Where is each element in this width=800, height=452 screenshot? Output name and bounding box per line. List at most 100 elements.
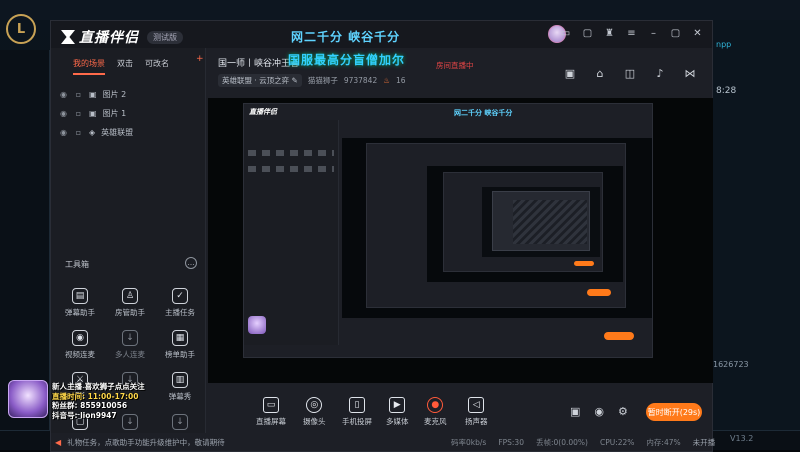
add-scene-icon[interactable]: + xyxy=(196,54,204,64)
tool-rank[interactable]: ▦榜单助手 xyxy=(155,330,205,360)
recursive-preview xyxy=(492,191,590,251)
scene-list: ◉ ▫ ▣ 图片 2 ◉ ▫ ▣ 图片 1 ◉ ▫ ◈ 英雄联盟 xyxy=(51,75,205,142)
stream-text-overlay: 新人主播 喜欢狮子点点关注 直播时间: 11:00-17:00 粉丝群: 855… xyxy=(52,382,145,420)
category-badge[interactable]: 英雄联盟 · 云顶之弈 ✎ xyxy=(218,74,302,87)
camera-label: 摄像头 xyxy=(303,416,326,427)
bell-icon[interactable]: ♪ xyxy=(653,66,667,80)
speaker-label: 扬声器 xyxy=(465,416,488,427)
tool-label: 房管助手 xyxy=(115,307,145,318)
nested-preview xyxy=(513,200,587,244)
overlay-line: 直播时间: 11:00-17:00 xyxy=(52,392,145,402)
eye-icon[interactable]: ◉ xyxy=(59,109,68,118)
camera-icon: ◎ xyxy=(306,397,322,413)
tool-label: 视频连麦 xyxy=(65,349,95,360)
lock-icon[interactable]: ▫ xyxy=(74,128,83,137)
multi-link-icon: ↓ xyxy=(122,330,138,346)
overlay-line: 粉丝群: 855910056 xyxy=(52,401,145,411)
mini-streamer-avatar xyxy=(248,316,266,334)
logo-mark-icon xyxy=(61,30,75,44)
status-stats: 码率0kb/s FPS:30 丢帧:0(0.00%) CPU:22% 内存:47… xyxy=(451,433,716,451)
tool-danmaku-show[interactable]: ▥弹幕秀 xyxy=(155,372,205,402)
window-title: 网二千分 峡谷千分 xyxy=(291,28,400,45)
room-id: 9737842 xyxy=(344,76,377,85)
game-client-link[interactable]: npp xyxy=(716,40,776,50)
app-logo: 直播伴侣 测试版 xyxy=(61,27,183,47)
header-icons: ▣ ⌂ ◫ ♪ ⋈ xyxy=(563,66,697,80)
eye-icon[interactable]: ◉ xyxy=(59,128,68,137)
media-icon: ▶ xyxy=(389,397,405,413)
tab-renamable[interactable]: 可改名 xyxy=(145,58,169,75)
download3-icon: ↓ xyxy=(172,414,188,430)
streamer-avatar-overlay xyxy=(8,380,48,418)
live-companion-window: 直播伴侣 测试版 网二千分 峡谷千分 ▭ ▢ ♜ ≡ – ▢ ✕ 我的场景 双击… xyxy=(50,20,713,452)
mini-scene-lines xyxy=(248,150,334,156)
scene-item[interactable]: ◉ ▫ ▣ 图片 1 xyxy=(51,104,205,123)
tool-video-link[interactable]: ◉视频连麦 xyxy=(55,330,105,360)
window-controls: ▭ ▢ ♜ ≡ – ▢ ✕ xyxy=(559,27,704,40)
lock-icon[interactable]: ▫ xyxy=(74,90,83,99)
screen-cast-label: 直播屏幕 xyxy=(256,416,286,427)
share-screen-icon[interactable]: ◫ xyxy=(623,66,637,80)
danmaku-icon: ▤ xyxy=(72,288,88,304)
tab-double-click[interactable]: 双击 xyxy=(117,58,133,75)
stat-drop: 丢帧:0(0.00%) xyxy=(536,437,588,448)
screen-icon[interactable]: ▭ xyxy=(559,27,572,40)
microphone-button[interactable]: ● 麦克风 xyxy=(424,397,447,427)
screen-cast-button[interactable]: ▭ 直播屏幕 xyxy=(256,397,286,427)
phone-cast-icon: ▯ xyxy=(349,397,365,413)
title-bar[interactable]: 直播伴侣 测试版 网二千分 峡谷千分 ▭ ▢ ♜ ≡ – ▢ ✕ xyxy=(51,21,712,48)
scene-label: 图片 1 xyxy=(103,108,127,119)
menu-icon[interactable]: ≡ xyxy=(625,27,638,40)
room-title-highlight[interactable]: 国服最高分盲僧加尔 xyxy=(288,51,405,68)
lock-icon[interactable]: ▫ xyxy=(74,109,83,118)
stat-mem: 内存:47% xyxy=(646,437,680,448)
screen-cast-icon: ▭ xyxy=(263,397,279,413)
toolbox-more-icon[interactable]: … xyxy=(185,257,197,269)
recursive-preview xyxy=(366,143,626,308)
settings-icon[interactable]: ⚙ xyxy=(618,405,628,418)
chat-icon[interactable]: ▢ xyxy=(581,27,594,40)
media-label: 多媒体 xyxy=(386,416,409,427)
overlay-line: 抖音号: lion9947 xyxy=(52,411,145,421)
game-client-number: 1626723 xyxy=(713,360,749,369)
image-icon: ▣ xyxy=(89,90,97,99)
tool-label: 弹幕助手 xyxy=(65,307,95,318)
speaker-button[interactable]: ◁ 扬声器 xyxy=(465,397,488,427)
eye-icon[interactable]: ◉ xyxy=(59,90,68,99)
live-button[interactable]: 暂时断开(29s) xyxy=(646,403,702,421)
game-icon: ◈ xyxy=(89,128,95,137)
scene-tabs: 我的场景 双击 可改名 xyxy=(51,48,205,75)
category-label: 英雄联盟 · 云顶之弈 xyxy=(222,76,289,85)
tool-multi-link[interactable]: ↓多人连麦 xyxy=(105,330,155,360)
eye-icon[interactable]: ◉ xyxy=(594,405,604,418)
danmaku-show-icon: ▥ xyxy=(172,372,188,388)
record-icon[interactable]: ▣ xyxy=(570,405,580,418)
minimize-icon[interactable]: – xyxy=(647,27,660,40)
maximize-icon[interactable]: ▢ xyxy=(669,27,682,40)
scene-item[interactable]: ◉ ▫ ▣ 图片 2 xyxy=(51,85,205,104)
stat-cpu: CPU:22% xyxy=(600,438,634,447)
room-title-prefix[interactable]: 国一师丨峡谷冲王者 xyxy=(218,56,299,69)
share-icon[interactable]: ⋈ xyxy=(683,66,697,80)
media-button[interactable]: ▶ 多媒体 xyxy=(386,397,409,427)
nested-preview xyxy=(482,187,600,257)
tool-download3[interactable]: ↓ xyxy=(155,414,205,433)
recursive-preview xyxy=(443,172,603,272)
speaker-notice-icon: ◀ xyxy=(55,438,61,447)
speaker-icon: ◁ xyxy=(468,397,484,413)
shirt-icon[interactable]: ♜ xyxy=(603,27,616,40)
version-badge[interactable]: 测试版 xyxy=(147,31,183,44)
tab-my-scenes[interactable]: 我的场景 xyxy=(73,58,105,75)
right-controls: ▣ ◉ ⚙ xyxy=(570,405,628,418)
overlay-line: 新人主播 喜欢狮子点点关注 xyxy=(52,382,145,392)
lock-icon[interactable]: ⌂ xyxy=(593,66,607,80)
close-icon[interactable]: ✕ xyxy=(691,27,704,40)
tool-danmaku[interactable]: ▤ 弹幕助手 xyxy=(55,288,105,318)
scene-item[interactable]: ◉ ▫ ◈ 英雄联盟 xyxy=(51,123,205,142)
phone-cast-button[interactable]: ▯ 手机投屏 xyxy=(342,397,372,427)
tool-task[interactable]: ✓主播任务 xyxy=(155,288,205,318)
tool-admin[interactable]: ♙房管助手 xyxy=(105,288,155,318)
stream-preview[interactable]: 直播伴侣 网二千分 峡谷千分 xyxy=(208,98,713,383)
gift-box-icon[interactable]: ▣ xyxy=(563,66,577,80)
camera-button[interactable]: ◎ 摄像头 xyxy=(303,397,326,427)
